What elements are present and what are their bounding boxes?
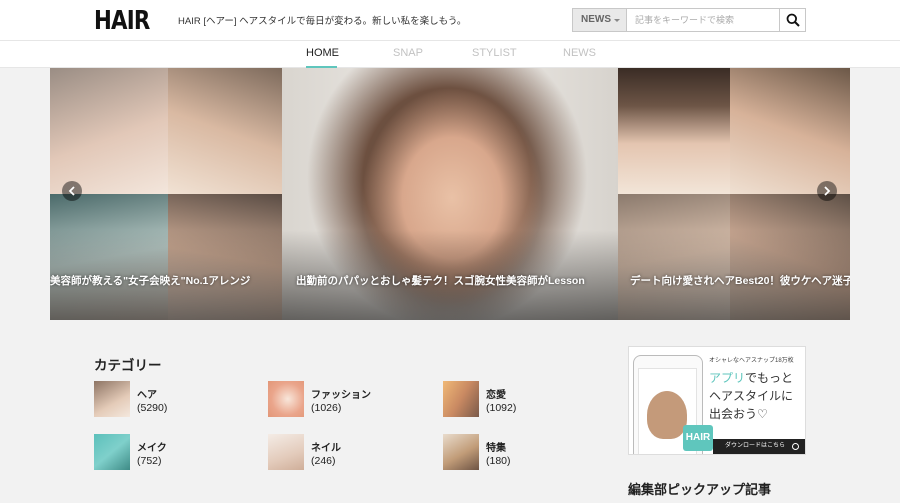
pickup-heading: 編集部ピックアップ記事: [628, 482, 772, 497]
category-count: (752): [137, 455, 162, 467]
tab-news[interactable]: NEWS: [563, 47, 596, 59]
chevron-down-icon: [614, 19, 620, 22]
slide-caption: デート向け愛されヘアBest20！彼ウケヘア迷子: [630, 275, 850, 287]
category-name: ネイル: [311, 443, 341, 454]
arrow-circle-icon: [792, 443, 799, 450]
tab-stylist[interactable]: STYLIST: [472, 47, 517, 59]
chevron-right-icon: [824, 186, 831, 196]
app-download-label: ダウンロードはこちら: [725, 443, 786, 449]
slide-photo: [168, 68, 282, 194]
slide-caption: 出勤前のパパッとおしゃ髪テク！スゴ腕女性美容師がLesson: [296, 275, 585, 287]
app-download-banner[interactable]: HAIR オシャレなヘアスナップ18万枚 アプリでもっと ヘアスタイルに 出会お…: [628, 346, 806, 455]
category-thumbnail: [443, 434, 479, 470]
category-name: 恋愛: [486, 390, 506, 401]
search-bar: NEWS: [572, 8, 806, 32]
slide-photo: [618, 68, 730, 194]
category-fashion[interactable]: ファッション (1026): [268, 381, 428, 417]
category-thumbnail: [268, 434, 304, 470]
category-name: ヘア: [137, 390, 157, 401]
category-name: 特集: [486, 443, 506, 454]
app-download-button[interactable]: ダウンロードはこちら: [713, 439, 805, 454]
app-banner-highlight: アプリ: [709, 371, 746, 385]
main-nav: HOME SNAP STYLIST NEWS: [0, 40, 900, 68]
app-banner-subtext: オシャレなヘアスナップ18万枚: [709, 358, 794, 364]
carousel-slide[interactable]: 出勤前のパパッとおしゃ髪テク！スゴ腕女性美容師がLesson: [282, 68, 618, 320]
search-icon: [786, 13, 800, 27]
carousel-slide[interactable]: デート向け愛されヘアBest20！彼ウケヘア迷子: [618, 68, 850, 320]
hair-app-badge: HAIR: [683, 425, 713, 451]
carousel-prev-button[interactable]: [62, 181, 82, 201]
site-header: HAIR HAIR [ヘアー] ヘアスタイルで毎日が変わる。新しい私を楽しもう。…: [0, 0, 900, 40]
chevron-left-icon: [68, 186, 75, 196]
slide-caption: 美容師が教える"女子会映え"No.1アレンジ: [50, 275, 251, 287]
app-banner-line2: ヘアスタイルに: [709, 389, 794, 403]
category-love[interactable]: 恋愛 (1092): [443, 381, 603, 417]
feature-carousel: 美容師が教える"女子会映え"No.1アレンジ 出勤前のパパッとおしゃ髪テク！スゴ…: [50, 68, 850, 320]
category-count: (5290): [137, 402, 168, 414]
category-name: ファッション: [311, 390, 371, 401]
app-banner-line3: 出会おう♡: [709, 407, 768, 421]
category-thumbnail: [268, 381, 304, 417]
tab-home[interactable]: HOME: [306, 47, 339, 59]
category-nail[interactable]: ネイル (246): [268, 434, 428, 470]
slide-photo: [730, 68, 850, 194]
category-count: (1092): [486, 402, 517, 414]
site-tagline: HAIR [ヘアー] ヘアスタイルで毎日が変わる。新しい私を楽しもう。: [178, 16, 467, 27]
category-count: (180): [486, 455, 511, 467]
tab-snap[interactable]: SNAP: [393, 47, 423, 59]
categories-heading: カテゴリー: [94, 358, 162, 373]
slide-photo: [50, 68, 168, 194]
search-category-label: NEWS: [581, 14, 611, 25]
search-button[interactable]: [779, 9, 805, 31]
search-category-select[interactable]: NEWS: [573, 9, 627, 31]
category-count: (246): [311, 455, 336, 467]
category-thumbnail: [94, 381, 130, 417]
app-banner-line1: アプリでもっと: [709, 369, 793, 386]
site-logo[interactable]: HAIR: [94, 6, 150, 36]
phone-photo: [647, 391, 687, 439]
category-feature[interactable]: 特集 (180): [443, 434, 603, 470]
category-makeup[interactable]: メイク (752): [94, 434, 254, 470]
category-count: (1026): [311, 402, 342, 414]
carousel-next-button[interactable]: [817, 181, 837, 201]
category-thumbnail: [94, 434, 130, 470]
category-name: メイク: [137, 443, 167, 454]
carousel-slide[interactable]: 美容師が教える"女子会映え"No.1アレンジ: [50, 68, 282, 320]
search-input[interactable]: [629, 10, 777, 30]
category-hair[interactable]: ヘア (5290): [94, 381, 254, 417]
app-banner-line1-rest: でもっと: [745, 371, 794, 385]
category-thumbnail: [443, 381, 479, 417]
